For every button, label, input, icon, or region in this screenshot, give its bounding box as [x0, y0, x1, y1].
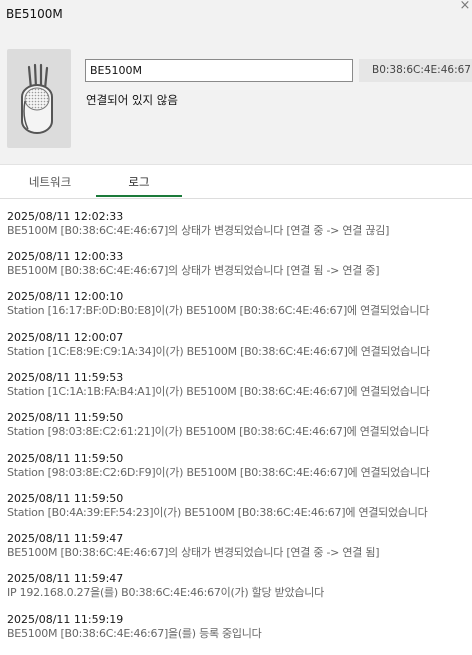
log-timestamp: 2025/08/11 12:00:10 — [7, 290, 124, 303]
log-timestamp: 2025/08/11 12:02:33 — [7, 210, 124, 223]
log-timestamp: 2025/08/11 12:00:33 — [7, 250, 124, 263]
log-message: Station [98:03:8E:C2:61:21]이(가) BE5100M … — [7, 425, 429, 438]
log-message: Station [B0:4A:39:EF:54:23]이(가) BE5100M … — [7, 506, 428, 519]
log-entry: 2025/08/11 11:59:47 IP 192.168.0.27을(를) … — [7, 572, 469, 600]
log-entry: 2025/08/11 12:02:33 BE5100M [B0:38:6C:4E… — [7, 210, 469, 238]
log-timestamp: 2025/08/11 11:59:50 — [7, 492, 124, 505]
mac-address-field: B0:38:6C:4E:46:67 — [359, 59, 472, 82]
log-entry: 2025/08/11 12:00:10 Station [16:17:BF:0D… — [7, 290, 469, 318]
device-header: B0:38:6C:4E:46:67 연결되어 있지 않음 — [0, 32, 472, 165]
log-message: Station [1C:E8:9E:C9:1A:34]이(가) BE5100M … — [7, 345, 430, 358]
close-icon[interactable]: × — [458, 0, 472, 14]
tab-network[interactable]: 네트워크 — [6, 165, 94, 197]
log-entry: 2025/08/11 12:00:33 BE5100M [B0:38:6C:4E… — [7, 250, 469, 278]
log-entry: 2025/08/11 12:00:07 Station [1C:E8:9E:C9… — [7, 331, 469, 359]
log-message: BE5100M [B0:38:6C:4E:46:67]의 상태가 변경되었습니다… — [7, 546, 380, 559]
log-timestamp: 2025/08/11 12:00:07 — [7, 331, 124, 344]
log-message: Station [16:17:BF:0D:B0:E8]이(가) BE5100M … — [7, 304, 430, 317]
log-entry: 2025/08/11 11:59:50 Station [B0:4A:39:EF… — [7, 492, 469, 520]
log-entry: 2025/08/11 11:59:50 Station [98:03:8E:C2… — [7, 452, 469, 480]
log-message: Station [98:03:8E:C2:6D:F9]이(가) BE5100M … — [7, 466, 430, 479]
device-name-input[interactable] — [85, 59, 353, 82]
title-bar: BE5100M × — [0, 0, 472, 32]
log-list[interactable]: 2025/08/11 12:02:33 BE5100M [B0:38:6C:4E… — [0, 210, 472, 655]
log-message: IP 192.168.0.27을(를) B0:38:6C:4E:46:67이(가… — [7, 586, 325, 599]
tab-bar: 네트워크 로그 — [0, 165, 472, 199]
log-message: BE5100M [B0:38:6C:4E:46:67]을(를) 등록 중입니다 — [7, 627, 262, 640]
log-timestamp: 2025/08/11 11:59:47 — [7, 532, 124, 545]
log-message: BE5100M [B0:38:6C:4E:46:67]의 상태가 변경되었습니다… — [7, 224, 390, 237]
log-entry: 2025/08/11 11:59:47 BE5100M [B0:38:6C:4E… — [7, 532, 469, 560]
log-message: BE5100M [B0:38:6C:4E:46:67]의 상태가 변경되었습니다… — [7, 264, 380, 277]
log-timestamp: 2025/08/11 11:59:47 — [7, 572, 124, 585]
connection-status: 연결되어 있지 않음 — [86, 93, 178, 107]
router-device-icon — [7, 49, 71, 148]
log-entry: 2025/08/11 11:59:53 Station [1C:1A:1B:FA… — [7, 371, 469, 399]
log-timestamp: 2025/08/11 11:59:19 — [7, 613, 124, 626]
log-timestamp: 2025/08/11 11:59:50 — [7, 411, 124, 424]
log-message: Station [1C:1A:1B:FA:B4:A1]이(가) BE5100M … — [7, 385, 430, 398]
window-title: BE5100M — [6, 7, 63, 21]
log-entry: 2025/08/11 11:59:50 Station [98:03:8E:C2… — [7, 411, 469, 439]
log-timestamp: 2025/08/11 11:59:53 — [7, 371, 124, 384]
log-timestamp: 2025/08/11 11:59:50 — [7, 452, 124, 465]
log-entry: 2025/08/11 11:59:19 BE5100M [B0:38:6C:4E… — [7, 613, 469, 641]
tab-log[interactable]: 로그 — [96, 165, 182, 197]
